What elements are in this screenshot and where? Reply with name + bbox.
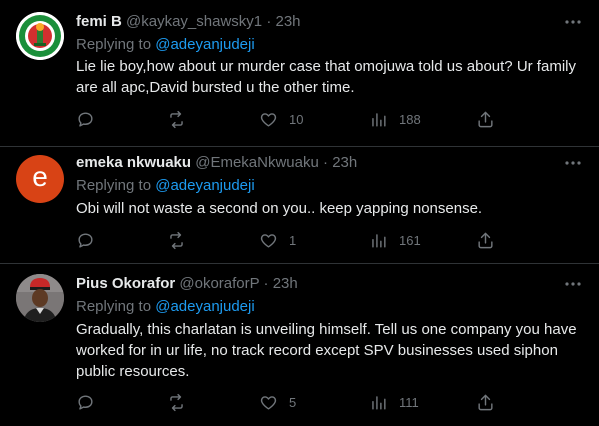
separator: ·: [266, 13, 272, 30]
person-photo-icon: [16, 274, 64, 322]
replying-to: Replying to @adeyanjudeji: [76, 35, 255, 55]
timestamp[interactable]: 23h: [273, 275, 298, 292]
like-button[interactable]: 10: [259, 109, 303, 129]
handle[interactable]: @EmekaNkwuaku: [195, 154, 319, 171]
avatar[interactable]: [16, 274, 64, 322]
share-button[interactable]: [476, 392, 495, 412]
retweet-button[interactable]: [167, 230, 186, 250]
heart-icon: [260, 112, 277, 127]
party-logo-icon: [16, 12, 64, 60]
views-icon: [372, 112, 386, 127]
timestamp[interactable]: 23h: [275, 13, 300, 30]
tweet-text: Gradually, this charlatan is unveiling h…: [76, 321, 577, 380]
reply-feed: femi B @kaykay_shawsky1 · 23h Replying t…: [0, 0, 599, 426]
more-options-icon[interactable]: [563, 274, 583, 294]
reply-icon: [78, 111, 93, 127]
mention-link[interactable]: @adeyanjudeji: [155, 36, 254, 53]
avatar[interactable]: [16, 12, 64, 60]
more-options-icon[interactable]: [563, 12, 583, 32]
avatar-letter: e: [32, 161, 48, 192]
retweet-icon: [170, 393, 183, 411]
retweet-button[interactable]: [167, 109, 186, 129]
views-count: 161: [399, 232, 421, 248]
tweet[interactable]: Pius Okorafor @okoraforP · 23h Replying …: [0, 264, 599, 426]
reply-button[interactable]: [76, 109, 95, 129]
like-button[interactable]: 5: [259, 392, 296, 412]
replying-to: Replying to @adeyanjudeji: [76, 297, 255, 317]
replying-to-label: Replying to: [76, 36, 156, 53]
views-icon: [372, 233, 386, 248]
like-count: 5: [289, 394, 297, 410]
views-icon: [372, 395, 386, 410]
display-name[interactable]: femi B: [76, 13, 122, 30]
tweet-actions: 10 188: [76, 109, 516, 129]
tweet[interactable]: e emeka nkwuaku @EmekaNkwuaku · 23h Repl…: [0, 147, 599, 262]
separator: ·: [323, 154, 329, 171]
reply-button[interactable]: [76, 230, 95, 250]
like-count: 1: [289, 232, 297, 248]
retweet-button[interactable]: [167, 392, 186, 412]
views-button[interactable]: 161: [369, 230, 421, 250]
heart-icon: [260, 233, 277, 248]
timestamp[interactable]: 23h: [332, 154, 357, 171]
tweet-header: emeka nkwuaku @EmekaNkwuaku · 23h: [76, 153, 357, 173]
tweet-text: Lie lie boy,how about ur murder case tha…: [76, 58, 576, 96]
retweet-icon: [170, 231, 183, 249]
tweet-header: femi B @kaykay_shawsky1 · 23h: [76, 12, 301, 32]
tweet-actions: 5 111: [76, 392, 516, 412]
tweet-text: Obi will not waste a second on you.. kee…: [76, 200, 483, 217]
heart-icon: [260, 395, 277, 410]
replying-to-label: Replying to: [76, 298, 156, 315]
retweet-icon: [170, 110, 183, 128]
reply-icon: [78, 394, 93, 410]
share-icon: [478, 394, 493, 410]
replying-to-label: Replying to: [76, 177, 156, 194]
views-count: 111: [399, 394, 419, 410]
tweet[interactable]: femi B @kaykay_shawsky1 · 23h Replying t…: [0, 0, 599, 146]
views-button[interactable]: 111: [369, 392, 419, 412]
share-button[interactable]: [476, 109, 495, 129]
replying-to: Replying to @adeyanjudeji: [76, 176, 255, 196]
tweet-actions: 1 161: [76, 230, 516, 250]
share-icon: [478, 232, 493, 248]
reply-icon: [78, 232, 93, 248]
reply-button[interactable]: [76, 392, 95, 412]
like-button[interactable]: 1: [259, 230, 296, 250]
avatar[interactable]: e: [16, 155, 64, 203]
mention-link[interactable]: @adeyanjudeji: [155, 177, 254, 194]
display-name[interactable]: emeka nkwuaku: [76, 154, 191, 171]
tweet-header: Pius Okorafor @okoraforP · 23h: [76, 274, 298, 294]
display-name[interactable]: Pius Okorafor: [76, 275, 175, 292]
views-count: 188: [399, 111, 421, 127]
mention-link[interactable]: @adeyanjudeji: [155, 298, 254, 315]
more-options-icon[interactable]: [563, 153, 583, 173]
separator: ·: [263, 275, 269, 292]
share-icon: [478, 111, 493, 127]
views-button[interactable]: 188: [369, 109, 421, 129]
share-button[interactable]: [476, 230, 495, 250]
like-count: 10: [289, 111, 304, 127]
handle[interactable]: @okoraforP: [179, 275, 259, 292]
handle[interactable]: @kaykay_shawsky1: [126, 13, 262, 30]
